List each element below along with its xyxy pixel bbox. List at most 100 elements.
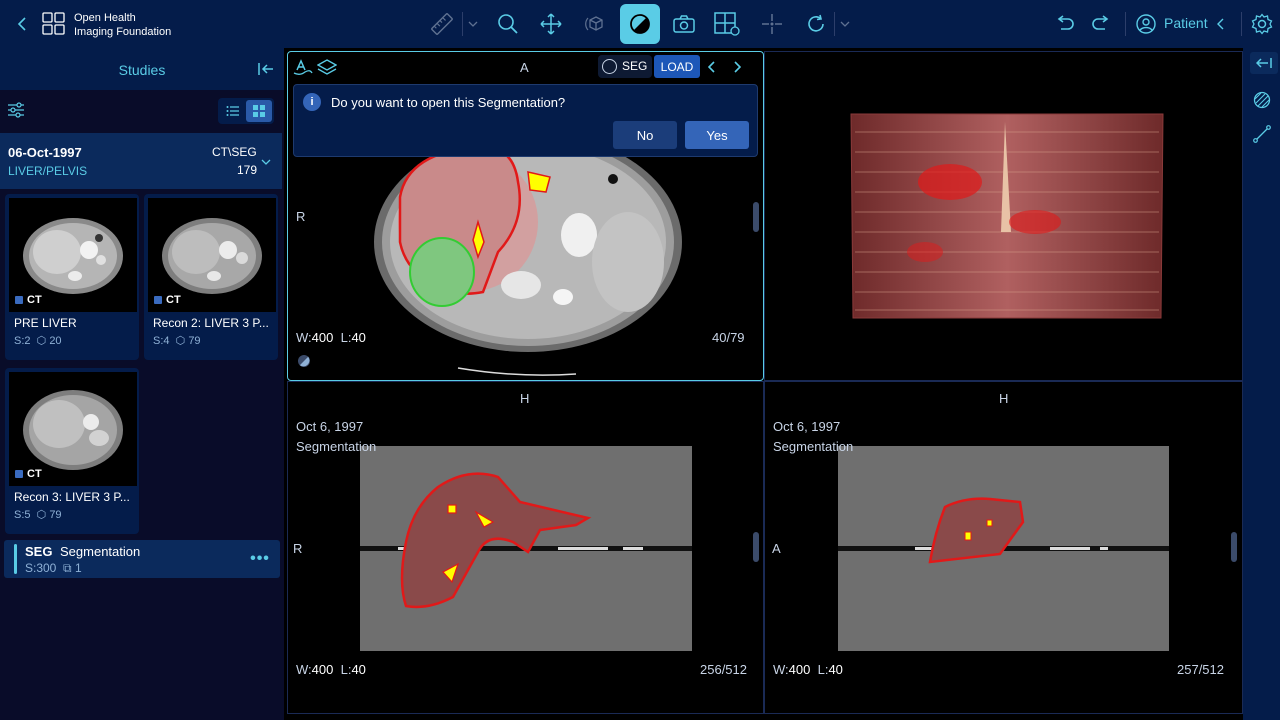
study-card[interactable] bbox=[0, 133, 282, 189]
modality-label: CT bbox=[166, 294, 181, 306]
study-description: LIVER/PELVIS bbox=[8, 164, 88, 178]
segmentation-prompt-dialog: i Do you want to open this Segmentation?… bbox=[293, 84, 758, 157]
expand-panel-icon[interactable] bbox=[1250, 52, 1278, 74]
settings-sliders-icon[interactable] bbox=[6, 100, 26, 120]
modality-badge: CT bbox=[15, 468, 42, 480]
orientation-marker-left: A bbox=[772, 541, 781, 556]
instances-icon: ⬡ bbox=[36, 335, 47, 347]
undo-icon[interactable] bbox=[1053, 12, 1077, 36]
layers-icon[interactable] bbox=[316, 57, 338, 77]
instance-count: 20 bbox=[49, 335, 62, 347]
study-date: 06-Oct-1997 bbox=[8, 145, 82, 160]
seg-toggle[interactable]: SEG bbox=[598, 55, 652, 78]
chevron-right-icon[interactable] bbox=[729, 58, 745, 76]
divider bbox=[1125, 12, 1126, 36]
studies-tab[interactable]: Studies bbox=[0, 62, 284, 78]
series-thumbnail[interactable]: CT PRE LIVER S:2 ⬡ 20 bbox=[5, 194, 139, 360]
ww-label: W: bbox=[296, 662, 312, 677]
gear-icon[interactable] bbox=[1250, 12, 1274, 36]
user-icon[interactable] bbox=[1136, 14, 1156, 34]
view-toggle bbox=[218, 98, 274, 124]
chevron-left-icon[interactable] bbox=[704, 58, 720, 76]
viewport-coronal[interactable]: H Oct 6, 1997 Segmentation R W:400 L:40 … bbox=[287, 381, 764, 714]
chevron-down-icon[interactable] bbox=[260, 156, 272, 168]
series-thumbnail[interactable]: CT Recon 2: LIVER 3 P... S:4 ⬡ 79 bbox=[144, 194, 278, 360]
ww-label: W: bbox=[296, 330, 312, 345]
3d-rotate-icon[interactable] bbox=[582, 10, 610, 38]
viewport-scrollbar[interactable] bbox=[753, 532, 759, 562]
more-options-icon[interactable]: ••• bbox=[248, 550, 272, 568]
reset-icon[interactable] bbox=[802, 10, 830, 38]
right-panel-rail bbox=[1243, 48, 1280, 720]
window-level-icon[interactable] bbox=[296, 353, 312, 369]
window-level-readout: W:400 L:40 bbox=[296, 330, 366, 345]
patient-label[interactable]: Patient bbox=[1164, 15, 1208, 31]
series-title: Recon 2: LIVER 3 P... bbox=[153, 316, 269, 330]
annotation-icon[interactable] bbox=[292, 57, 314, 77]
modality-label: CT bbox=[27, 294, 42, 306]
active-indicator bbox=[14, 544, 17, 574]
yes-button[interactable]: Yes bbox=[685, 121, 749, 149]
volume-render-image bbox=[850, 113, 1164, 319]
series-thumbnail[interactable]: CT Recon 3: LIVER 3 P... S:5 ⬡ 79 bbox=[5, 368, 139, 534]
series-label-overlay: Segmentation bbox=[296, 439, 377, 454]
wl-label: L: bbox=[340, 662, 352, 677]
window-level-value: 40 bbox=[828, 662, 843, 677]
series-title: Recon 3: LIVER 3 P... bbox=[14, 490, 130, 504]
viewport-scrollbar[interactable] bbox=[753, 202, 759, 232]
list-view-icon[interactable] bbox=[222, 101, 244, 121]
studies-header: Studies bbox=[0, 48, 284, 90]
logo-line2: Imaging Foundation bbox=[74, 26, 172, 38]
wl-label: L: bbox=[817, 662, 829, 677]
wl-label: L: bbox=[340, 330, 352, 345]
dialog-message: Do you want to open this Segmentation? bbox=[331, 95, 566, 110]
grid-view-icon[interactable] bbox=[246, 100, 272, 122]
instances-icon: ⬡ bbox=[36, 509, 47, 521]
load-button[interactable]: LOAD bbox=[654, 55, 700, 78]
modality-label: CT bbox=[27, 468, 42, 480]
segmentation-series-item[interactable]: SEG Segmentation S:300 ⧉ 1 ••• bbox=[4, 540, 280, 578]
camera-icon[interactable] bbox=[670, 10, 698, 38]
logo-text: Open Health Imaging Foundation bbox=[74, 11, 171, 39]
viewport-scrollbar[interactable] bbox=[1231, 532, 1237, 562]
window-level-icon[interactable] bbox=[620, 4, 660, 44]
no-button[interactable]: No bbox=[613, 121, 677, 149]
series-number: S:2 bbox=[14, 335, 31, 347]
redo-icon[interactable] bbox=[1089, 12, 1113, 36]
zoom-icon[interactable] bbox=[494, 10, 522, 38]
window-level-value: 40 bbox=[351, 662, 366, 677]
back-icon[interactable] bbox=[12, 14, 32, 34]
modality-badge: CT bbox=[15, 294, 42, 306]
pan-icon[interactable] bbox=[537, 10, 565, 38]
chevron-left-icon[interactable] bbox=[1214, 16, 1228, 32]
segmentation-panel-icon[interactable] bbox=[1251, 89, 1273, 111]
window-level-value: 40 bbox=[351, 330, 366, 345]
chevron-down-icon[interactable] bbox=[838, 16, 852, 32]
instances-icon: ⬡ bbox=[175, 335, 186, 347]
slice-indicator: 256/512 bbox=[700, 662, 747, 677]
top-toolbar: Open Health Imaging Foundation Patient bbox=[0, 0, 1280, 48]
collapse-panel-icon[interactable] bbox=[256, 60, 276, 78]
info-icon: i bbox=[303, 93, 321, 111]
divider bbox=[834, 12, 835, 36]
instances-icon: ⧉ bbox=[63, 561, 72, 575]
instance-count: 79 bbox=[188, 335, 201, 347]
chevron-down-icon[interactable] bbox=[466, 16, 480, 32]
slice-indicator: 257/512 bbox=[1177, 662, 1224, 677]
orientation-marker-top: H bbox=[520, 391, 530, 406]
study-date-overlay: Oct 6, 1997 bbox=[773, 419, 841, 434]
study-modality: CT\SEG bbox=[212, 145, 257, 159]
series-number: S:5 bbox=[14, 509, 31, 521]
ruler-icon[interactable] bbox=[428, 10, 456, 38]
viewport-sagittal[interactable]: H Oct 6, 1997 Segmentation A W:400 L:40 … bbox=[764, 381, 1243, 714]
seg-title: Segmentation bbox=[60, 544, 141, 559]
study-instance-count: 179 bbox=[237, 163, 258, 177]
crosshair-icon[interactable] bbox=[758, 10, 786, 38]
series-number: S:300 bbox=[25, 561, 57, 575]
layout-icon[interactable] bbox=[712, 10, 742, 38]
instance-count: 79 bbox=[49, 509, 62, 521]
viewport-3d[interactable] bbox=[764, 51, 1243, 381]
series-number: S:4 bbox=[153, 335, 170, 347]
measurements-panel-icon[interactable] bbox=[1251, 123, 1273, 145]
orientation-marker-left: R bbox=[296, 209, 306, 224]
